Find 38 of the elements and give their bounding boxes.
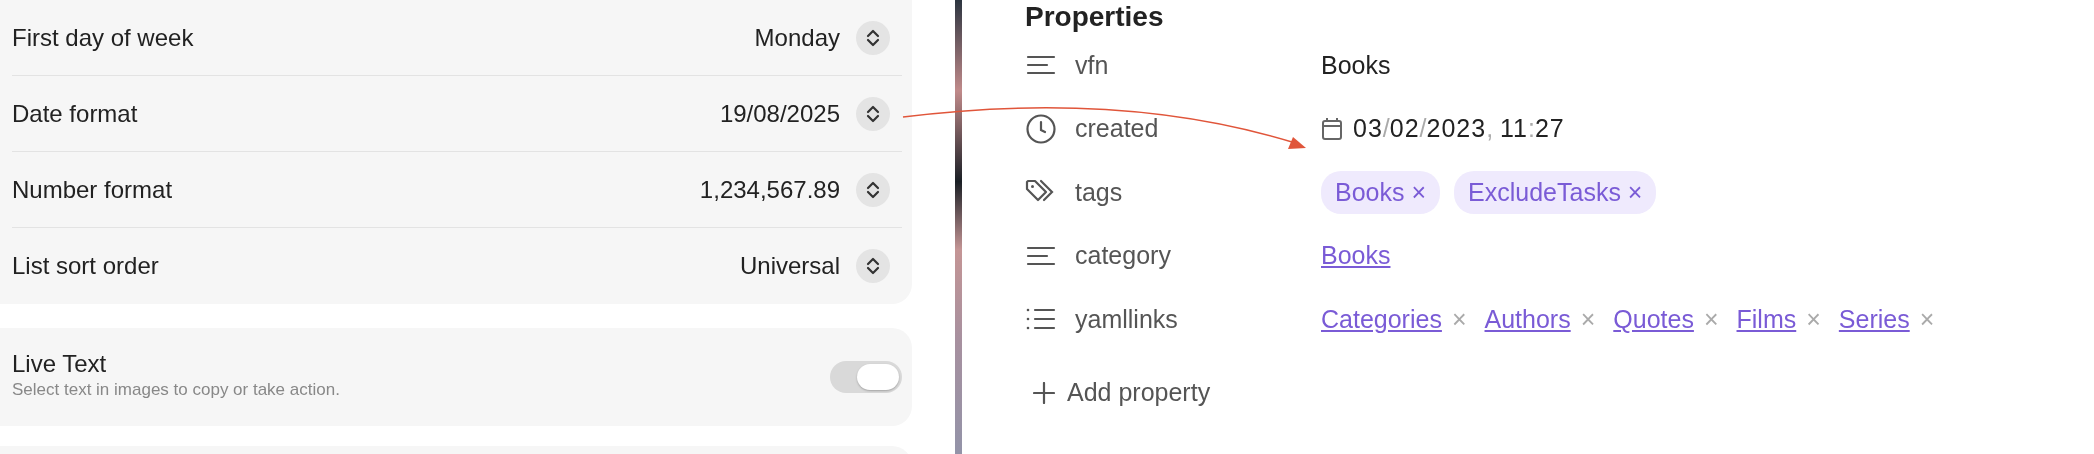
setting-value: 19/08/2025 (719, 98, 840, 129)
setting-label: List sort order (12, 251, 159, 281)
link[interactable]: Quotes (1613, 300, 1694, 339)
setting-description: Select text in images to copy or take action. (12, 379, 340, 402)
setting-label: Number format (12, 174, 173, 205)
setting-value: Universal (739, 251, 840, 281)
calendar-icon (1321, 116, 1343, 141)
section-title: Properties (1025, 0, 1165, 34)
link[interactable]: Books (1321, 237, 1391, 275)
property-name: yamllinks (1075, 303, 1178, 335)
plus-icon (1033, 381, 1055, 404)
tag-pill[interactable]: Books × (1321, 170, 1441, 215)
clock-icon (1025, 112, 1057, 145)
stepper-button[interactable] (856, 20, 890, 55)
chevron-up-down-icon (866, 27, 880, 48)
chevron-up-down-icon (866, 179, 880, 200)
setting-value: 1,234,567.89 (699, 174, 840, 205)
link[interactable]: Authors (1484, 300, 1571, 339)
date-value[interactable]: 03/02/2023, 11:27 (1353, 110, 1565, 148)
chevron-up-down-icon (866, 103, 880, 124)
setting-label: Live Text (12, 351, 108, 378)
chevron-up-down-icon (866, 256, 880, 276)
stepper-button[interactable] (856, 172, 890, 207)
stepper-button[interactable] (856, 96, 890, 131)
property-name: created (1075, 113, 1159, 145)
property-name: category (1075, 240, 1171, 272)
tag-pill[interactable]: ExcludeTasks × (1454, 170, 1657, 215)
add-property-button[interactable]: Add property (1033, 374, 1211, 412)
setting-label: First day of week (12, 22, 194, 53)
property-value: Books (1321, 49, 1391, 81)
link[interactable]: Films (1736, 300, 1797, 339)
link[interactable]: Categories (1321, 300, 1442, 339)
property-name: vfn (1075, 49, 1109, 81)
link[interactable]: Series (1838, 300, 1910, 339)
stepper-button[interactable] (856, 249, 890, 283)
setting-value: Monday (754, 22, 840, 53)
property-name: tags (1075, 176, 1123, 208)
setting-label: Date format (12, 98, 138, 129)
